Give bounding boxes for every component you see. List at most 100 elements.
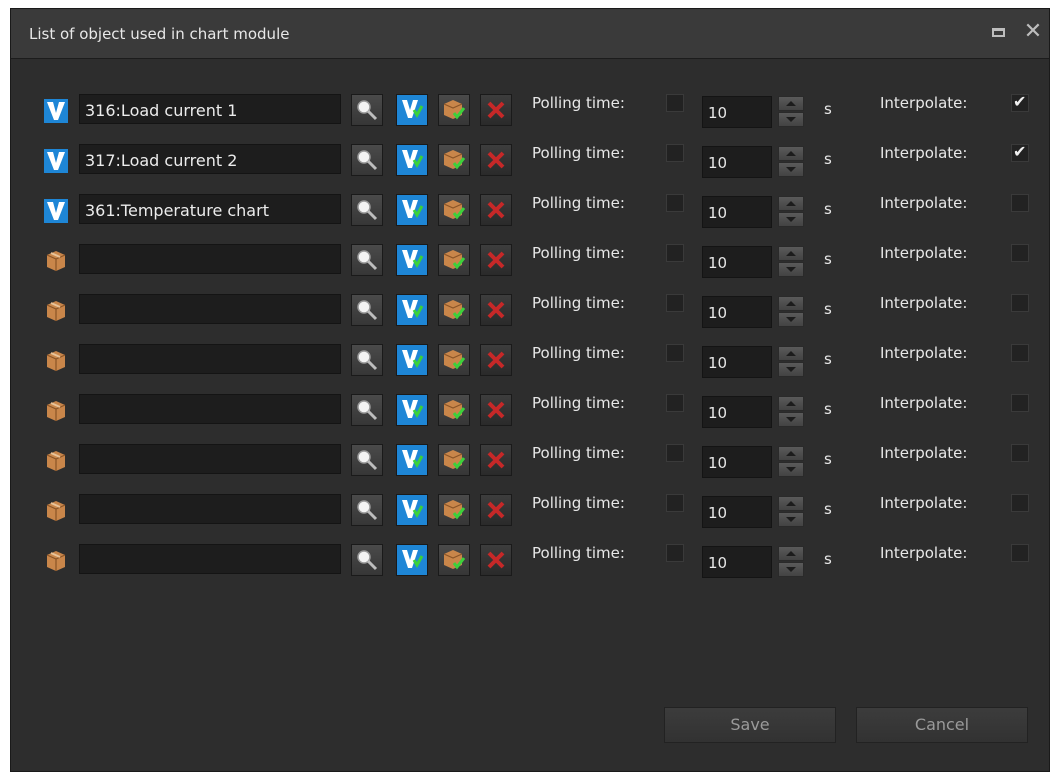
remove-object-button[interactable]	[480, 344, 512, 376]
object-name-field[interactable]: 361:Temperature chart	[79, 194, 341, 224]
interpolate-checkbox[interactable]	[1011, 394, 1029, 412]
spin-up-icon[interactable]	[778, 346, 804, 361]
spin-up-icon[interactable]	[778, 446, 804, 461]
interpolate-checkbox[interactable]	[1011, 244, 1029, 262]
object-name-field[interactable]	[79, 494, 341, 524]
polling-time-input[interactable]: 10	[702, 496, 772, 528]
search-button[interactable]	[351, 144, 383, 176]
spin-down-icon[interactable]	[778, 562, 804, 577]
interpolate-checkbox[interactable]: ✔	[1011, 142, 1029, 162]
spin-down-icon[interactable]	[778, 262, 804, 277]
spin-up-icon[interactable]	[778, 246, 804, 261]
interpolate-checkbox[interactable]	[1011, 344, 1029, 362]
polling-time-checkbox[interactable]	[666, 294, 684, 312]
assign-object-button[interactable]	[438, 444, 470, 476]
spin-up-icon[interactable]	[778, 196, 804, 211]
polling-time-spinner[interactable]	[778, 396, 804, 428]
object-name-field[interactable]	[79, 394, 341, 424]
select-object-button[interactable]	[396, 194, 428, 226]
select-object-button[interactable]	[396, 494, 428, 526]
search-button[interactable]	[351, 294, 383, 326]
polling-time-spinner[interactable]	[778, 446, 804, 478]
select-object-button[interactable]	[396, 144, 428, 176]
select-object-button[interactable]	[396, 94, 428, 126]
select-object-button[interactable]	[396, 344, 428, 376]
assign-object-button[interactable]	[438, 144, 470, 176]
polling-time-checkbox[interactable]	[666, 194, 684, 212]
polling-time-input[interactable]: 10	[702, 246, 772, 278]
search-button[interactable]	[351, 344, 383, 376]
object-name-field[interactable]: 317:Load current 2	[79, 144, 341, 174]
select-object-button[interactable]	[396, 244, 428, 276]
spin-down-icon[interactable]	[778, 362, 804, 377]
polling-time-checkbox[interactable]	[666, 544, 684, 562]
save-button[interactable]: Save	[664, 707, 836, 743]
polling-time-spinner[interactable]	[778, 296, 804, 328]
cancel-button[interactable]: Cancel	[856, 707, 1028, 743]
object-name-field[interactable]	[79, 294, 341, 324]
select-object-button[interactable]	[396, 394, 428, 426]
close-icon[interactable]: ✕	[1023, 21, 1043, 43]
select-object-button[interactable]	[396, 294, 428, 326]
search-button[interactable]	[351, 244, 383, 276]
polling-time-spinner[interactable]	[778, 196, 804, 228]
spin-up-icon[interactable]	[778, 96, 804, 111]
search-button[interactable]	[351, 394, 383, 426]
spin-up-icon[interactable]	[778, 546, 804, 561]
assign-object-button[interactable]	[438, 94, 470, 126]
polling-time-spinner[interactable]	[778, 346, 804, 378]
interpolate-checkbox[interactable]: ✔	[1011, 92, 1029, 112]
remove-object-button[interactable]	[480, 94, 512, 126]
spin-up-icon[interactable]	[778, 496, 804, 511]
assign-object-button[interactable]	[438, 344, 470, 376]
search-button[interactable]	[351, 544, 383, 576]
select-object-button[interactable]	[396, 544, 428, 576]
polling-time-spinner[interactable]	[778, 96, 804, 128]
polling-time-checkbox[interactable]	[666, 494, 684, 512]
remove-object-button[interactable]	[480, 294, 512, 326]
spin-up-icon[interactable]	[778, 296, 804, 311]
select-object-button[interactable]	[396, 444, 428, 476]
interpolate-checkbox[interactable]	[1011, 294, 1029, 312]
polling-time-checkbox[interactable]	[666, 394, 684, 412]
assign-object-button[interactable]	[438, 544, 470, 576]
polling-time-input[interactable]: 10	[702, 146, 772, 178]
assign-object-button[interactable]	[438, 194, 470, 226]
object-name-field[interactable]	[79, 544, 341, 574]
object-name-field[interactable]	[79, 244, 341, 274]
interpolate-checkbox[interactable]	[1011, 194, 1029, 212]
spin-down-icon[interactable]	[778, 412, 804, 427]
object-name-field[interactable]	[79, 444, 341, 474]
polling-time-checkbox[interactable]	[666, 244, 684, 262]
remove-object-button[interactable]	[480, 394, 512, 426]
polling-time-checkbox[interactable]	[666, 344, 684, 362]
assign-object-button[interactable]	[438, 494, 470, 526]
polling-time-input[interactable]: 10	[702, 446, 772, 478]
polling-time-spinner[interactable]	[778, 546, 804, 578]
assign-object-button[interactable]	[438, 244, 470, 276]
polling-time-spinner[interactable]	[778, 246, 804, 278]
search-button[interactable]	[351, 494, 383, 526]
search-button[interactable]	[351, 444, 383, 476]
object-name-field[interactable]: 316:Load current 1	[79, 94, 341, 124]
polling-time-input[interactable]: 10	[702, 546, 772, 578]
remove-object-button[interactable]	[480, 244, 512, 276]
spin-down-icon[interactable]	[778, 512, 804, 527]
remove-object-button[interactable]	[480, 144, 512, 176]
assign-object-button[interactable]	[438, 294, 470, 326]
polling-time-checkbox[interactable]	[666, 144, 684, 162]
spin-down-icon[interactable]	[778, 112, 804, 127]
polling-time-input[interactable]: 10	[702, 296, 772, 328]
interpolate-checkbox[interactable]	[1011, 494, 1029, 512]
remove-object-button[interactable]	[480, 194, 512, 226]
spin-up-icon[interactable]	[778, 396, 804, 411]
polling-time-input[interactable]: 10	[702, 396, 772, 428]
polling-time-input[interactable]: 10	[702, 196, 772, 228]
polling-time-input[interactable]: 10	[702, 96, 772, 128]
spin-down-icon[interactable]	[778, 212, 804, 227]
remove-object-button[interactable]	[480, 494, 512, 526]
polling-time-spinner[interactable]	[778, 496, 804, 528]
remove-object-button[interactable]	[480, 444, 512, 476]
maximize-icon[interactable]	[989, 23, 1009, 43]
polling-time-checkbox[interactable]	[666, 94, 684, 112]
